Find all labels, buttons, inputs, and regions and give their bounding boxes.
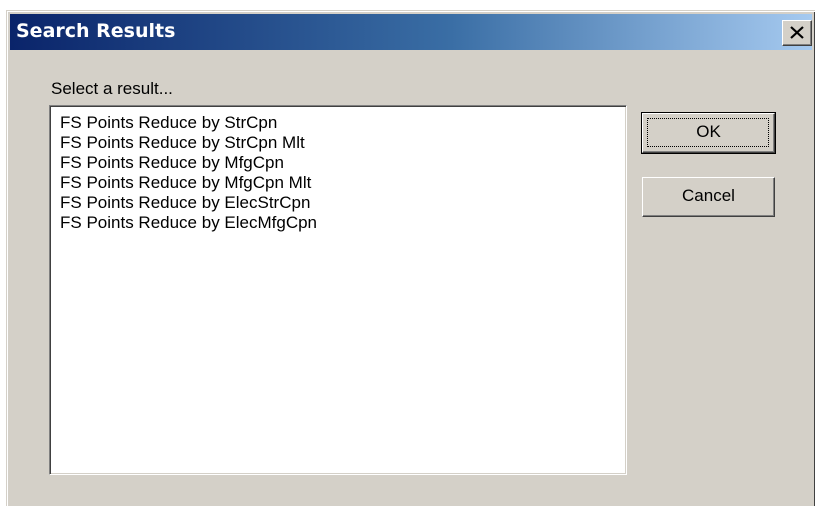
cancel-button-label: Cancel	[682, 186, 735, 205]
search-results-dialog: Search Results Select a result... FS Poi…	[6, 10, 815, 506]
list-item[interactable]: FS Points Reduce by MfgCpn Mlt	[60, 173, 626, 193]
list-item[interactable]: FS Points Reduce by StrCpn Mlt	[60, 133, 626, 153]
ok-button[interactable]: OK	[641, 112, 776, 154]
title-bar[interactable]: Search Results	[10, 14, 812, 50]
close-button[interactable]	[782, 20, 812, 46]
list-item[interactable]: FS Points Reduce by StrCpn	[60, 113, 626, 133]
list-item[interactable]: FS Points Reduce by ElecMfgCpn	[60, 213, 626, 233]
select-result-label: Select a result...	[51, 79, 173, 98]
cancel-button[interactable]: Cancel	[642, 177, 775, 217]
window-title: Search Results	[16, 20, 176, 42]
ok-button-label: OK	[696, 122, 721, 141]
list-item[interactable]: FS Points Reduce by MfgCpn	[60, 153, 626, 173]
close-icon	[790, 26, 804, 39]
list-item[interactable]: FS Points Reduce by ElecStrCpn	[60, 193, 626, 213]
results-listbox[interactable]: FS Points Reduce by StrCpn FS Points Red…	[49, 105, 627, 475]
